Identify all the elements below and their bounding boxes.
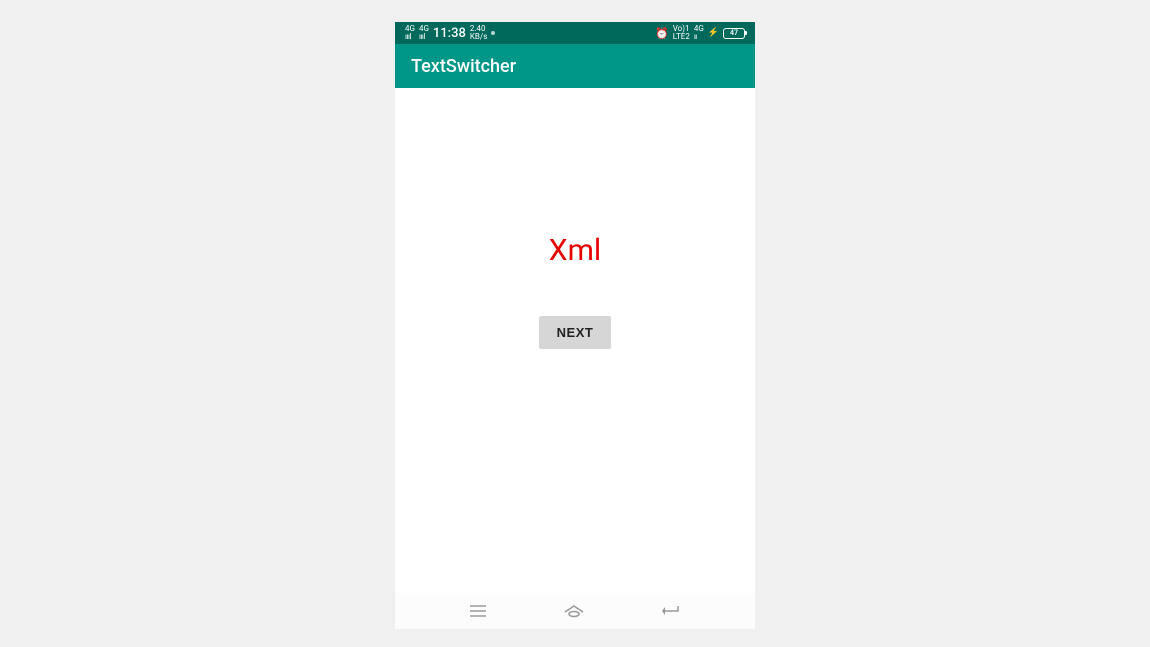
status-right: ⏰ Vo)1LTE2 4Gıı ⚡ 47 xyxy=(655,25,745,41)
recent-apps-icon[interactable] xyxy=(468,604,488,618)
text-switcher-label: Xml xyxy=(549,233,601,268)
status-left: 4Gıııl 4Gıııl 11:38 2.40KB/s xyxy=(405,25,495,41)
next-button[interactable]: NEXT xyxy=(539,316,612,349)
status-dot-icon xyxy=(491,31,495,35)
navigation-bar xyxy=(395,593,755,629)
phone-frame: 4Gıııl 4Gıııl 11:38 2.40KB/s ⏰ Vo)1LTE2 … xyxy=(395,22,755,629)
status-bar: 4Gıııl 4Gıııl 11:38 2.40KB/s ⏰ Vo)1LTE2 … xyxy=(395,22,755,44)
carrier-2: 4Gıı xyxy=(694,25,704,41)
home-icon[interactable] xyxy=(563,603,585,619)
app-bar: TextSwitcher xyxy=(395,44,755,88)
status-time: 11:38 xyxy=(433,26,466,41)
main-content: Xml NEXT xyxy=(395,88,755,593)
signal-icon-2: 4Gıııl xyxy=(419,25,429,41)
app-title: TextSwitcher xyxy=(411,56,516,77)
status-speed: 2.40KB/s xyxy=(470,25,487,41)
carrier-1: Vo)1LTE2 xyxy=(673,25,690,41)
charging-icon: ⚡ xyxy=(708,28,719,38)
signal-icon-1: 4Gıııl xyxy=(405,25,415,41)
back-icon[interactable] xyxy=(660,604,682,618)
battery-icon: 47 xyxy=(723,28,745,39)
alarm-icon: ⏰ xyxy=(655,27,669,40)
